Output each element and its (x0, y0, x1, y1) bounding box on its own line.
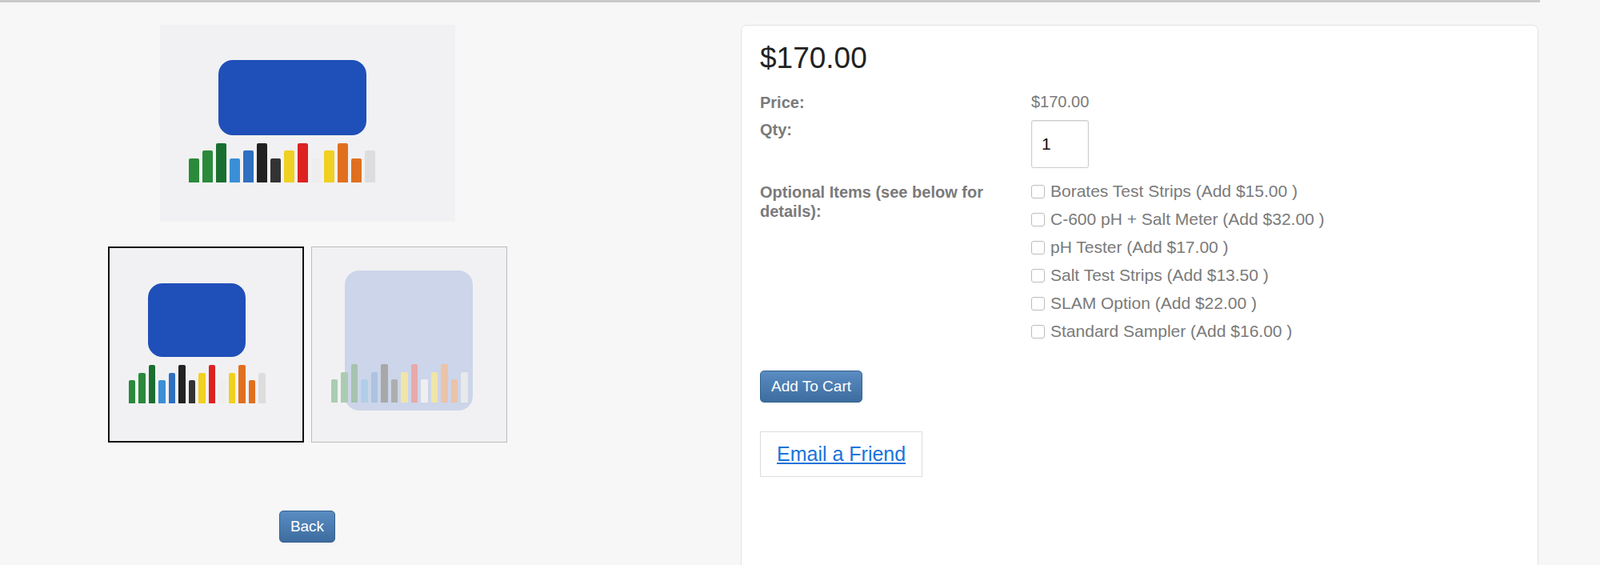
checkbox[interactable] (1031, 240, 1045, 255)
optional-item-label: C-600 pH + Salt Meter (Add $32.00 ) (1050, 209, 1325, 229)
bottles (128, 355, 266, 404)
optional-item[interactable]: pH Tester (Add $17.00 ) (1031, 236, 1520, 258)
optional-item-label: pH Tester (Add $17.00 ) (1050, 237, 1229, 257)
kit-case (148, 283, 246, 357)
thumbnail-photo (312, 247, 507, 442)
thumbnail[interactable] (108, 246, 304, 443)
optional-item-label: Standard Sampler (Add $16.00 ) (1050, 321, 1292, 341)
price-value: $170.00 (1031, 92, 1520, 112)
product-card: $170.00Price:$170.00Qty:Optional Items (… (740, 24, 1539, 565)
optional-item[interactable]: Borates Test Strips (Add $15.00 ) (1031, 180, 1520, 202)
qty-label: Qty: (760, 120, 1032, 168)
optional-items: Borates Test Strips (Add $15.00 ) C-600 p… (1031, 176, 1520, 342)
checkbox[interactable] (1031, 184, 1045, 199)
thumbnail[interactable] (311, 246, 508, 443)
email-friend-box: Email a Friend (760, 431, 923, 477)
optional-item[interactable]: C-600 pH + Salt Meter (Add $32.00 ) (1031, 208, 1520, 230)
checkbox[interactable] (1031, 212, 1045, 227)
optional-item[interactable]: Standard Sampler (Add $16.00 ) (1031, 320, 1520, 342)
selection-arrow-icon (196, 246, 216, 248)
back-button[interactable]: Back (279, 510, 336, 543)
optional-item[interactable]: SLAM Option (Add $22.00 ) (1031, 292, 1520, 314)
bottles (331, 354, 468, 404)
add-to-cart-button[interactable]: Add To Cart (760, 370, 863, 403)
gallery: Back (0, 2, 615, 543)
product-photo (160, 24, 456, 222)
thumbnail-photo (109, 248, 303, 441)
checkbox[interactable] (1031, 324, 1045, 339)
optional-item-label: SLAM Option (Add $22.00 ) (1050, 293, 1257, 313)
checkbox[interactable] (1031, 268, 1045, 283)
optional-label: Optional Items (see below for details): (760, 176, 1032, 342)
add-wrap: Add To Cart (760, 341, 1520, 403)
price-heading: $170.00 (760, 41, 1520, 76)
top-rule (0, 0, 1540, 3)
optional-item-label: Salt Test Strips (Add $13.50 ) (1050, 265, 1269, 285)
checkbox[interactable] (1031, 296, 1045, 311)
qty-input[interactable] (1031, 120, 1089, 168)
product-form: Price:$170.00 Qty: Optional Items (see bel… (760, 92, 1520, 342)
qty-cell (1031, 120, 1520, 168)
thumbnail-strip (108, 246, 508, 443)
bottles (188, 132, 376, 183)
price-label: Price: (760, 92, 1032, 112)
email-wrap: Email a Friend (760, 402, 1520, 477)
optional-item[interactable]: Salt Test Strips (Add $13.50 ) (1031, 264, 1520, 286)
email-friend-link[interactable]: Email a Friend (776, 442, 906, 465)
optional-item-label: Borates Test Strips (Add $15.00 ) (1050, 181, 1298, 201)
kit-case (218, 60, 367, 135)
